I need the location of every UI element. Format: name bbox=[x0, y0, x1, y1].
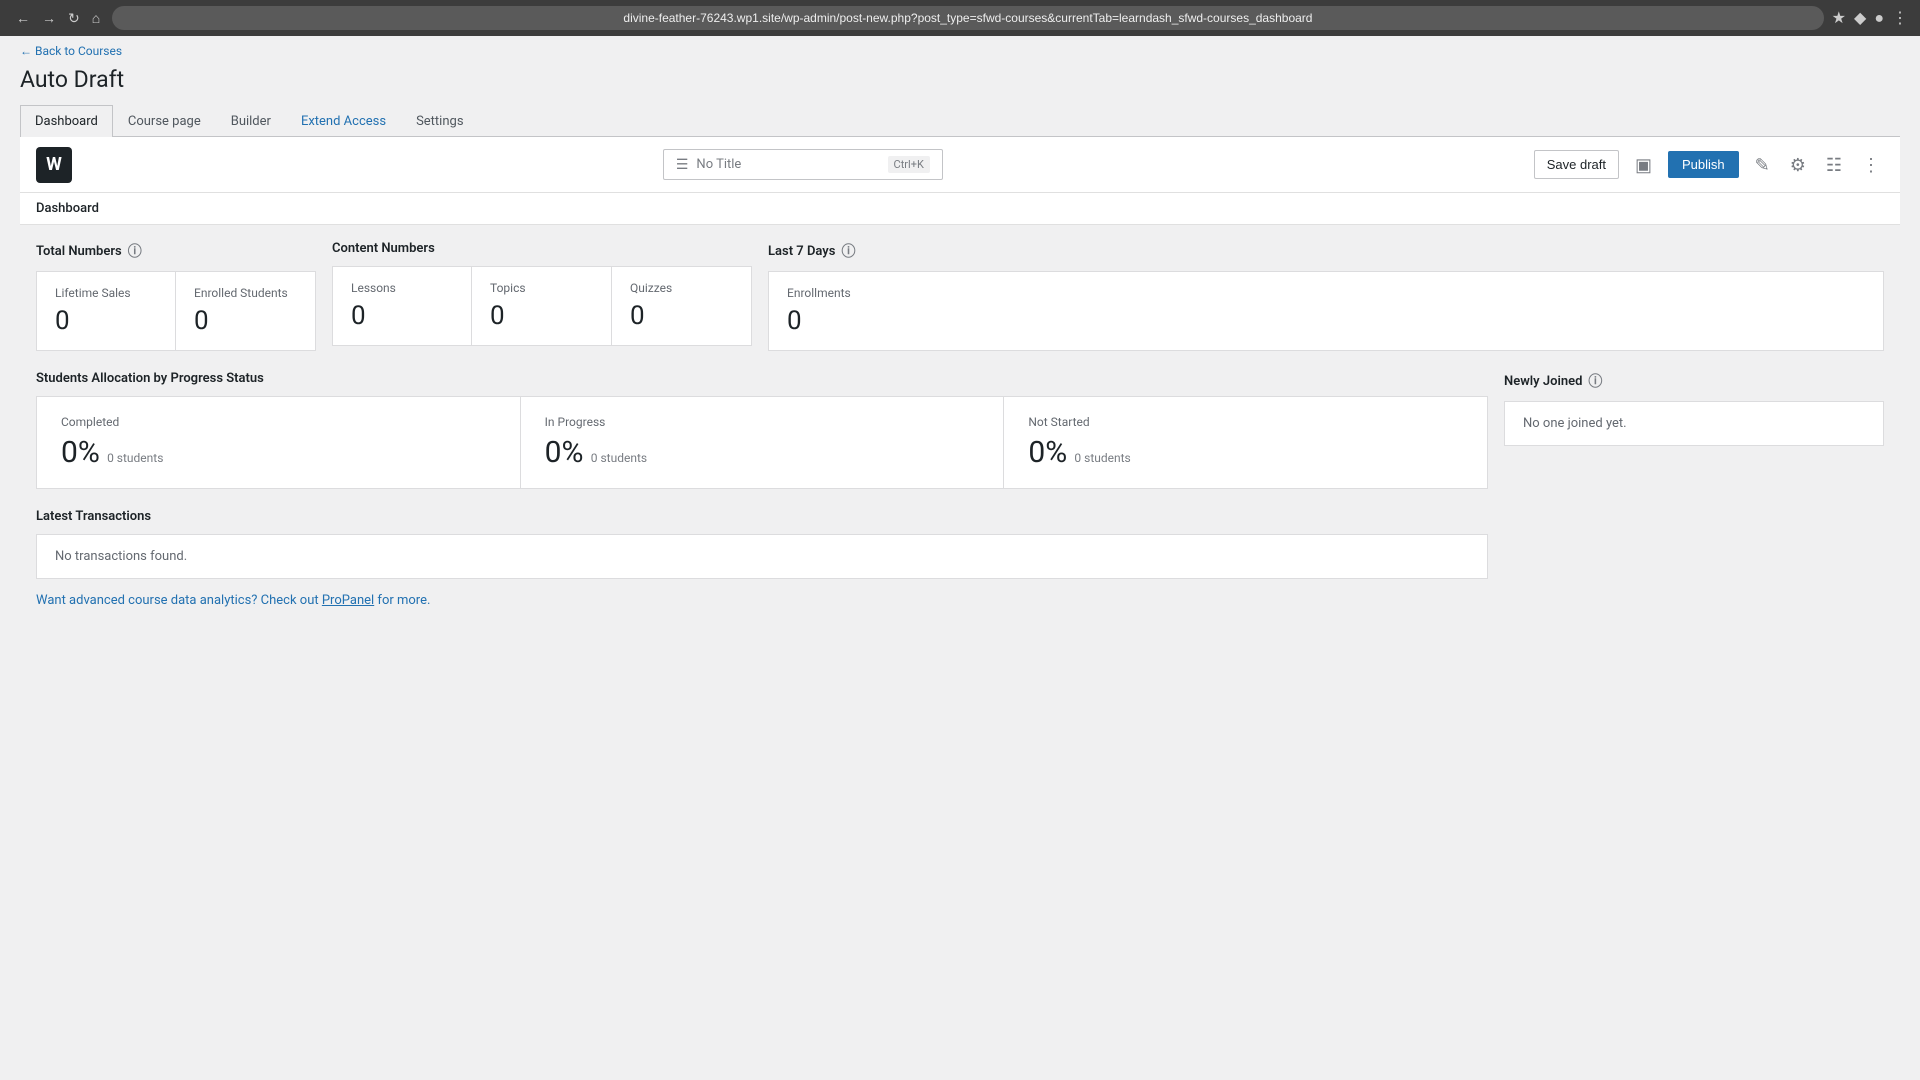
settings-gear-icon[interactable]: ⚙ bbox=[1786, 152, 1810, 178]
document-icon: ☰ bbox=[676, 157, 689, 173]
last-7-days-info-icon[interactable]: ⓘ bbox=[841, 241, 855, 261]
enrolled-students-card: Enrolled Students 0 bbox=[176, 271, 316, 351]
topics-label: Topics bbox=[490, 281, 593, 295]
home-button[interactable]: ⌂ bbox=[88, 8, 104, 29]
extensions-icon[interactable]: ◆ bbox=[1854, 8, 1866, 28]
tab-dashboard[interactable]: Dashboard bbox=[20, 105, 113, 137]
total-numbers-cards: Lifetime Sales 0 Enrolled Students 0 bbox=[36, 271, 316, 351]
title-area[interactable]: ☰ No Title Ctrl+K bbox=[663, 149, 943, 180]
enrollments-label: Enrollments bbox=[787, 286, 1865, 300]
more-options-icon[interactable]: ⋮ bbox=[1858, 152, 1884, 178]
tab-extend-access[interactable]: Extend Access bbox=[286, 105, 401, 137]
lessons-card: Lessons 0 bbox=[332, 266, 472, 346]
left-column: Students Allocation by Progress Status C… bbox=[36, 371, 1488, 608]
back-button[interactable]: ← bbox=[12, 8, 34, 29]
enrolled-students-value: 0 bbox=[194, 306, 297, 336]
preview-icon[interactable]: ▣ bbox=[1631, 152, 1656, 178]
progress-cards: Completed 0% 0 students In Progress 0% 0… bbox=[36, 396, 1488, 489]
analytics-text-prefix: Want advanced course data analytics? Che… bbox=[36, 593, 322, 608]
tab-settings[interactable]: Settings bbox=[401, 105, 478, 137]
lifetime-sales-value: 0 bbox=[55, 306, 157, 336]
enrolled-students-label: Enrolled Students bbox=[194, 286, 297, 300]
transactions-empty: No transactions found. bbox=[55, 549, 187, 564]
topics-value: 0 bbox=[490, 301, 593, 331]
stats-row-1: Total Numbers ⓘ Lifetime Sales 0 Enrolle… bbox=[36, 241, 1884, 351]
profile-icon[interactable]: ● bbox=[1874, 8, 1884, 28]
title-placeholder: No Title bbox=[696, 157, 879, 172]
tab-course-page[interactable]: Course page bbox=[113, 105, 216, 137]
propanel-link[interactable]: ProPanel bbox=[322, 593, 374, 608]
content-numbers-block: Content Numbers Lessons 0 Topics 0 Quizz… bbox=[332, 241, 752, 346]
last-7-days-title: Last 7 Days ⓘ bbox=[768, 241, 1884, 261]
content-area: ← Back to Courses Auto Draft Dashboard C… bbox=[0, 36, 1920, 664]
completed-students: 0 students bbox=[107, 451, 163, 465]
nav-tabs: Dashboard Course page Builder Extend Acc… bbox=[20, 105, 1900, 137]
enrollments-value: 0 bbox=[787, 306, 1865, 336]
save-draft-button[interactable]: Save draft bbox=[1534, 150, 1619, 179]
not-started-students: 0 students bbox=[1074, 451, 1130, 465]
wp-logo: W bbox=[36, 147, 72, 183]
publish-button[interactable]: Publish bbox=[1668, 151, 1739, 178]
lifetime-sales-card: Lifetime Sales 0 bbox=[36, 271, 176, 351]
not-started-card: Not Started 0% 0 students bbox=[1004, 396, 1488, 489]
newly-joined-info-icon[interactable]: ⓘ bbox=[1588, 371, 1602, 391]
completed-label: Completed bbox=[61, 415, 496, 429]
newly-joined-card: No one joined yet. bbox=[1504, 401, 1884, 446]
in-progress-label: In Progress bbox=[545, 415, 980, 429]
layout-icon[interactable]: ☷ bbox=[1822, 152, 1846, 178]
total-numbers-title: Total Numbers ⓘ bbox=[36, 241, 316, 261]
wp-admin: ← Back to Courses Auto Draft Dashboard C… bbox=[0, 36, 1920, 1080]
page-title: Auto Draft bbox=[20, 66, 1900, 93]
not-started-value: 0% bbox=[1028, 435, 1067, 470]
bookmark-icon[interactable]: ★ bbox=[1832, 8, 1846, 28]
progress-section-title: Students Allocation by Progress Status bbox=[36, 371, 1488, 386]
title-shortcut: Ctrl+K bbox=[888, 156, 930, 173]
analytics-text-suffix: for more. bbox=[374, 593, 430, 608]
not-started-label: Not Started bbox=[1028, 415, 1463, 429]
browser-nav-buttons: ← → ↻ ⌂ bbox=[12, 8, 104, 29]
right-column: Newly Joined ⓘ No one joined yet. bbox=[1504, 371, 1884, 608]
address-bar[interactable] bbox=[112, 6, 1823, 30]
back-to-courses-link[interactable]: ← Back to Courses bbox=[20, 44, 122, 58]
newly-joined-empty: No one joined yet. bbox=[1523, 416, 1627, 431]
newly-joined-title: Newly Joined ⓘ bbox=[1504, 371, 1884, 391]
refresh-button[interactable]: ↻ bbox=[64, 8, 84, 29]
total-numbers-block: Total Numbers ⓘ Lifetime Sales 0 Enrolle… bbox=[36, 241, 316, 351]
quizzes-label: Quizzes bbox=[630, 281, 733, 295]
quizzes-card: Quizzes 0 bbox=[612, 266, 752, 346]
browser-action-icons: ★ ◆ ● ⋮ bbox=[1832, 8, 1908, 28]
completed-value: 0% bbox=[61, 435, 100, 470]
in-progress-value: 0% bbox=[545, 435, 584, 470]
enrollments-card: Enrollments 0 bbox=[768, 271, 1884, 351]
menu-icon[interactable]: ⋮ bbox=[1892, 8, 1908, 28]
lessons-label: Lessons bbox=[351, 281, 453, 295]
transactions-card: No transactions found. bbox=[36, 534, 1488, 579]
tab-builder[interactable]: Builder bbox=[216, 105, 286, 137]
forward-button[interactable]: → bbox=[38, 8, 60, 29]
lifetime-sales-label: Lifetime Sales bbox=[55, 286, 157, 300]
content-numbers-title: Content Numbers bbox=[332, 241, 752, 256]
browser-chrome: ← → ↻ ⌂ ★ ◆ ● ⋮ bbox=[0, 0, 1920, 36]
last-7-days-block: Last 7 Days ⓘ Enrollments 0 bbox=[768, 241, 1884, 351]
dashboard-wrapper: Total Numbers ⓘ Lifetime Sales 0 Enrolle… bbox=[20, 225, 1900, 644]
in-progress-students: 0 students bbox=[591, 451, 647, 465]
transactions-title: Latest Transactions bbox=[36, 509, 1488, 524]
content-numbers-cards: Lessons 0 Topics 0 Quizzes 0 bbox=[332, 266, 752, 346]
analytics-section: Want advanced course data analytics? Che… bbox=[36, 593, 1488, 608]
quizzes-value: 0 bbox=[630, 301, 733, 331]
total-numbers-info-icon[interactable]: ⓘ bbox=[128, 241, 142, 261]
in-progress-card: In Progress 0% 0 students bbox=[521, 396, 1005, 489]
dashboard-section-bar: Dashboard bbox=[20, 193, 1900, 225]
editor-toolbar: W ☰ No Title Ctrl+K Save draft ▣ Publish… bbox=[20, 137, 1900, 193]
lessons-value: 0 bbox=[351, 301, 453, 331]
edit-icon[interactable]: ✎ bbox=[1751, 152, 1774, 178]
stats-row-2: Students Allocation by Progress Status C… bbox=[36, 371, 1884, 608]
topics-card: Topics 0 bbox=[472, 266, 612, 346]
completed-card: Completed 0% 0 students bbox=[36, 396, 521, 489]
